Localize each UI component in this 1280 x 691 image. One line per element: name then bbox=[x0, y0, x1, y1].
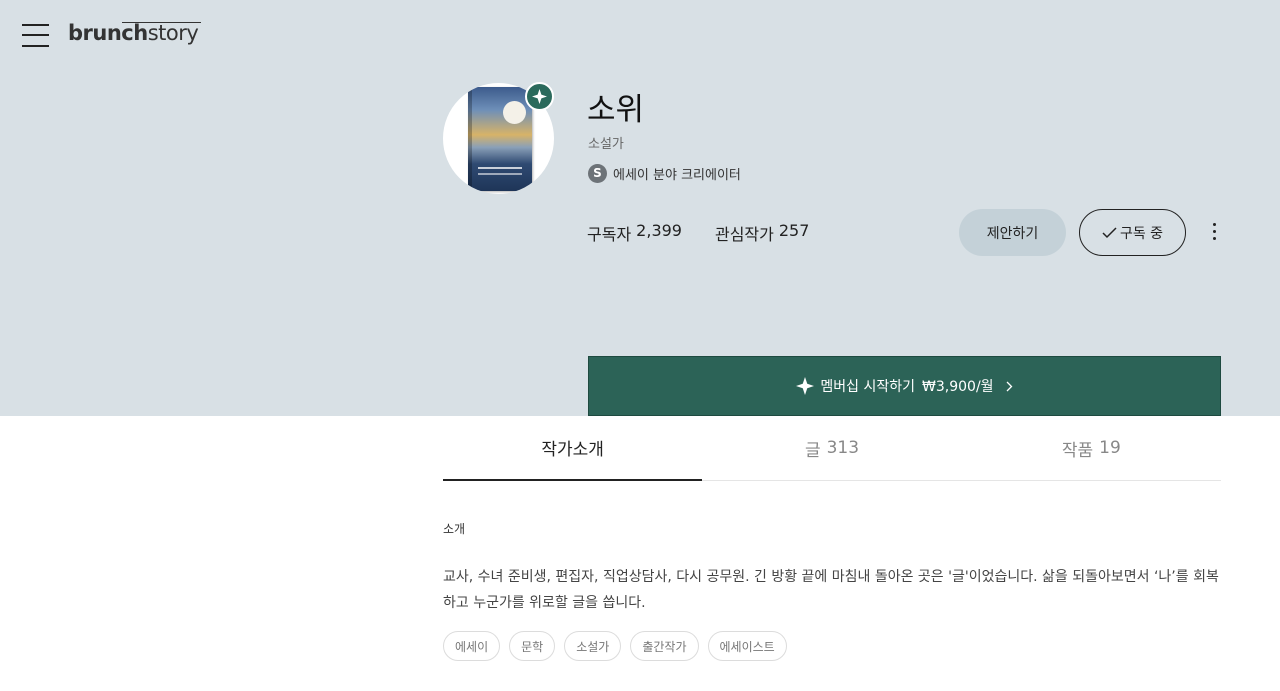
creator-label-row: S 에세이 분야 크리에이터 bbox=[588, 163, 741, 183]
book-cover-image bbox=[468, 87, 532, 191]
chevron-right-icon bbox=[1006, 381, 1013, 392]
tab-count: 313 bbox=[826, 438, 860, 458]
tab-label: 글 bbox=[804, 440, 821, 461]
tag-item[interactable]: 출간작가 bbox=[630, 631, 699, 661]
following-value: 257 bbox=[778, 221, 810, 240]
tab-label: 작가소개 bbox=[541, 440, 604, 460]
logo-story-text: story bbox=[147, 21, 199, 45]
profile-tabs: 작가소개 글 313 작품 19 bbox=[443, 416, 1221, 481]
tag-item[interactable]: 문학 bbox=[509, 631, 556, 661]
membership-label: 멤버십 시작하기 bbox=[820, 379, 916, 395]
creator-s-icon: S bbox=[588, 163, 607, 183]
subscriber-label: 구독자 bbox=[587, 225, 632, 244]
profile-header-background bbox=[0, 0, 1280, 416]
subscribe-label: 구독 중 bbox=[1119, 225, 1164, 242]
membership-badge-icon bbox=[525, 82, 554, 111]
tab-author-intro[interactable]: 작가소개 bbox=[443, 416, 703, 481]
membership-price: ₩3,900/월 bbox=[922, 379, 994, 395]
suggest-button[interactable]: 제안하기 bbox=[959, 209, 1066, 256]
tab-count: 19 bbox=[1099, 438, 1121, 458]
hamburger-menu-icon[interactable] bbox=[22, 24, 49, 47]
author-name: 소위 bbox=[587, 92, 645, 128]
brunch-story-logo[interactable]: brunchstory bbox=[68, 21, 199, 45]
logo-overline bbox=[122, 22, 201, 23]
intro-text: 교사, 수녀 준비생, 편집자, 직업상담사, 다시 공무원. 긴 방황 끝에 … bbox=[443, 569, 1219, 611]
sparkle-icon bbox=[796, 377, 815, 395]
tab-works[interactable]: 작품 19 bbox=[962, 416, 1221, 480]
subscribe-button[interactable]: 구독 중 bbox=[1079, 209, 1186, 256]
tag-item[interactable]: 소설가 bbox=[564, 631, 622, 661]
following-count[interactable]: 관심작가 257 bbox=[715, 221, 809, 245]
tab-posts[interactable]: 글 313 bbox=[702, 416, 961, 480]
author-job: 소설가 bbox=[588, 137, 624, 152]
tag-list: 에세이 문학 소설가 출간작가 에세이스트 bbox=[443, 631, 796, 661]
tag-item[interactable]: 에세이 bbox=[443, 631, 501, 661]
membership-start-button[interactable]: 멤버십 시작하기 ₩3,900/월 bbox=[588, 356, 1221, 416]
following-label: 관심작가 bbox=[714, 225, 774, 244]
tab-label: 작품 bbox=[1061, 440, 1094, 461]
author-stats: 구독자 2,399 관심작가 257 bbox=[587, 221, 842, 245]
creator-label: 에세이 분야 크리에이터 bbox=[613, 167, 741, 183]
more-options-icon[interactable] bbox=[1203, 220, 1225, 244]
logo-brunch-text: brunch bbox=[68, 21, 148, 45]
check-icon bbox=[1102, 226, 1117, 238]
intro-section-title: 소개 bbox=[443, 522, 466, 536]
subscriber-count[interactable]: 구독자 2,399 bbox=[587, 221, 682, 245]
subscriber-value: 2,399 bbox=[636, 221, 682, 240]
tag-item[interactable]: 에세이스트 bbox=[707, 631, 787, 661]
